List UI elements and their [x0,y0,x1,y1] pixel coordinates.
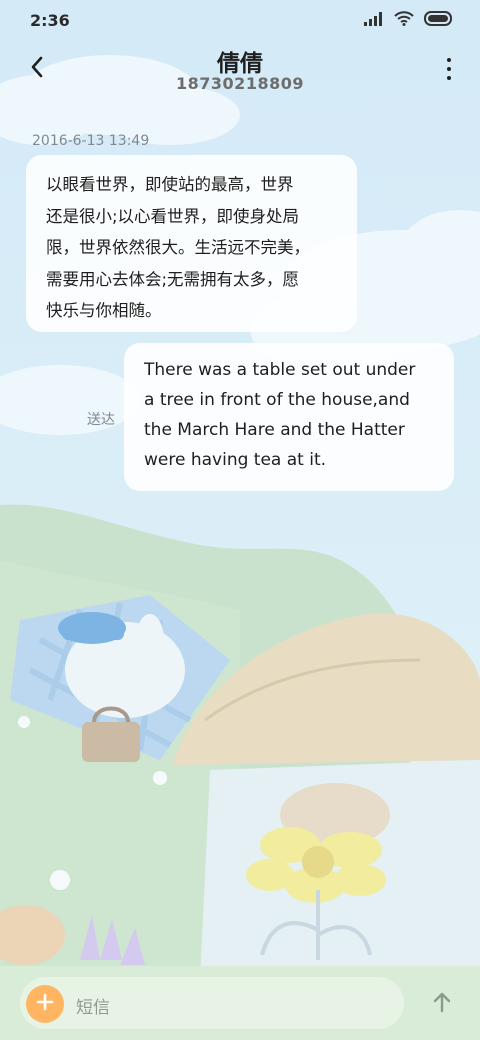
signal-icon [364,11,384,30]
sms-input-placeholder: 短信 [76,998,110,1018]
conversation-header: 倩倩 18730218809 [0,40,480,110]
message-line: a tree in front of the house,and [144,390,410,410]
message-line: 以眼看世界，即使站的最高，世界 [46,175,294,194]
incoming-message-bubble[interactable]: 以眼看世界，即使站的最高，世界 还是很小;以心看世界，即使身处局 限，世界依然很… [26,155,357,332]
status-icons [364,11,454,30]
message-line: 快乐与你相随。 [46,301,162,320]
more-vertical-icon [447,58,451,62]
outgoing-message-bubble[interactable]: There was a table set out under a tree i… [124,343,454,491]
contact-name: 倩倩 [217,51,263,77]
message-line: 限，世界依然很大。生活远不完美， [46,238,310,257]
message-composer: 短信 [0,966,480,1040]
wifi-icon [394,11,414,30]
send-button[interactable] [426,988,458,1020]
message-line: the March Hare and the Hatter [144,420,405,440]
status-bar: 2:36 [0,0,480,40]
message-line: 还是很小;以心看世界，即使身处局 [46,206,300,226]
message-line: There was a table set out under [144,360,416,380]
more-options-button[interactable] [442,56,456,82]
message-timestamp: 2016-6-13 13:49 [32,133,150,149]
message-line: were having tea at it. [144,450,327,470]
send-arrow-icon [432,991,452,1017]
delivery-status: 送达 [87,412,115,428]
status-time: 2:36 [30,11,70,30]
contact-phone-number: 18730218809 [176,74,304,93]
battery-icon [424,11,454,30]
plus-icon [36,993,54,1015]
message-line: 需要用心去体会;无需拥有太多，愿 [46,269,300,289]
attach-button[interactable] [26,985,64,1023]
